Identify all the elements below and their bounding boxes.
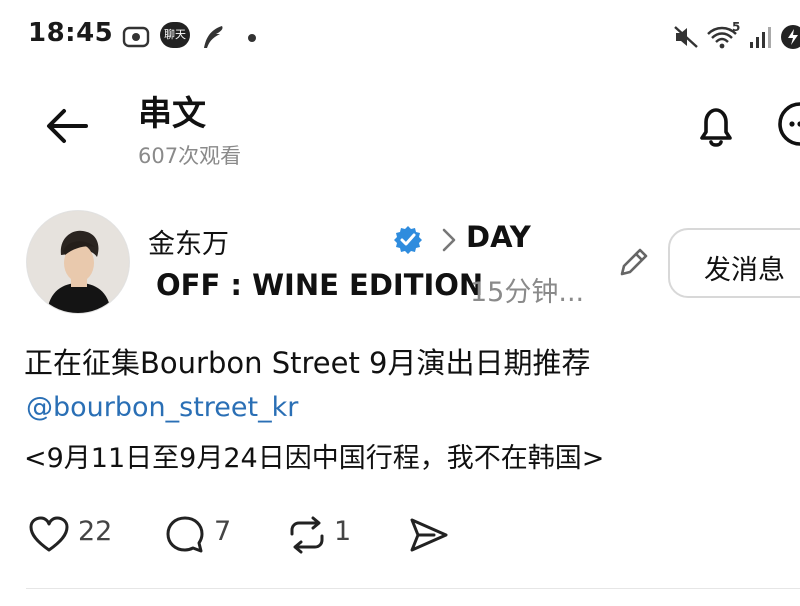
post-text-line2: <9月11日至9月24日因中国行程，我不在韩国> <box>24 443 605 474</box>
edit-pencil-icon[interactable] <box>616 244 652 280</box>
comment-count: 7 <box>214 516 232 547</box>
message-button-label: 发消息 <box>704 255 785 286</box>
post-text-line1: 正在征集Bourbon Street 9月演出日期推荐 <box>24 346 591 380</box>
divider <box>26 588 800 589</box>
avatar-photo <box>27 211 129 313</box>
channel-name-line1[interactable]: DAY <box>466 220 531 254</box>
back-arrow-icon[interactable] <box>44 106 90 146</box>
feather-icon <box>204 26 223 48</box>
mute-icon <box>674 26 698 48</box>
wifi-band-label: 5 <box>732 20 741 34</box>
page-title: 串文 <box>138 94 206 134</box>
mention-link[interactable]: @bourbon_street_kr <box>26 392 298 423</box>
repost-icon[interactable] <box>286 514 328 556</box>
channel-name-line2[interactable]: OFF : WINE EDITION <box>156 268 483 302</box>
chat-icon: 聊天 <box>160 22 190 48</box>
repost-count: 1 <box>334 516 352 547</box>
share-send-icon[interactable] <box>408 514 450 556</box>
view-count: 607次观看 <box>138 144 242 168</box>
more-icon[interactable] <box>776 100 800 148</box>
verified-icon <box>394 226 422 254</box>
battery-icon <box>781 25 800 49</box>
signal-icon <box>750 27 771 48</box>
bell-icon[interactable] <box>690 100 742 152</box>
screen-record-icon <box>122 26 150 48</box>
chevron-right-icon <box>442 228 456 252</box>
like-count: 22 <box>78 516 113 547</box>
comment-icon[interactable] <box>164 514 206 556</box>
dot-icon <box>248 34 256 42</box>
like-heart-icon[interactable] <box>28 514 70 556</box>
status-time: 18:45 <box>28 18 114 48</box>
avatar[interactable] <box>26 210 130 314</box>
author-name[interactable]: 金东万 <box>148 222 229 261</box>
post-time: 15分钟... <box>470 277 585 308</box>
